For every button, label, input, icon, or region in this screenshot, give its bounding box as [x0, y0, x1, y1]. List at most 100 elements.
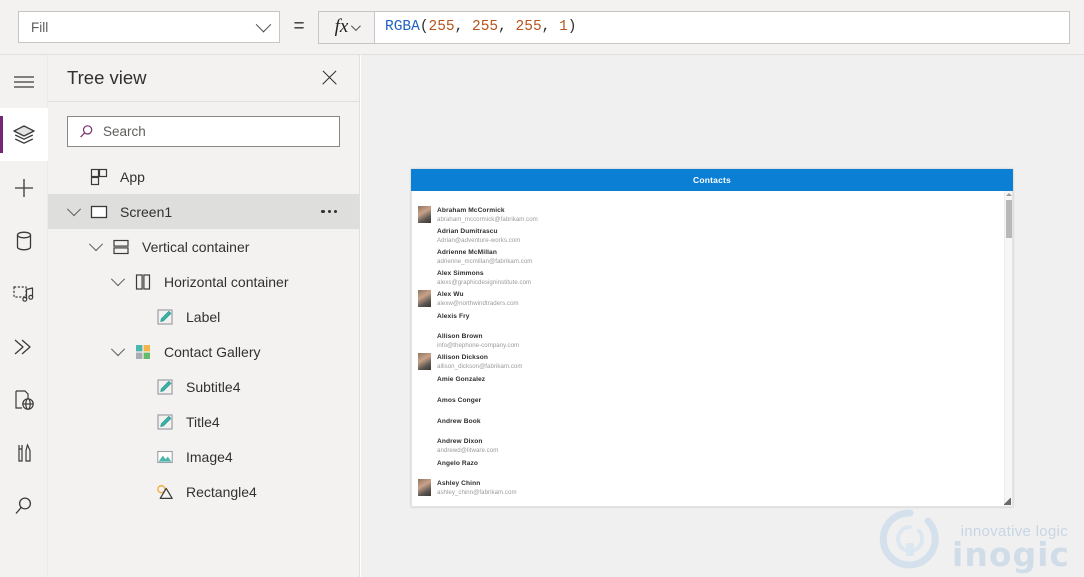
formula-token: 255 [429, 19, 455, 35]
tree-item-app[interactable]: App [48, 159, 359, 194]
tree-item-contact-gallery[interactable]: Contact Gallery [48, 334, 359, 369]
inogic-watermark: innovative logic inogic [862, 501, 1078, 575]
tree-item-label: Screen1 [120, 204, 172, 220]
app-preview-frame[interactable]: Contacts Abraham McCormickabraham_mccorm… [411, 169, 1013, 507]
chevron-down-icon[interactable] [106, 277, 130, 287]
search-icon[interactable] [0, 479, 48, 532]
tree-item-rectangle4[interactable]: Rectangle4 [48, 474, 359, 509]
screen-icon [90, 203, 108, 221]
tree-item-label: App [120, 169, 145, 185]
layers-icon[interactable] [0, 108, 48, 161]
inogic-logo-icon [864, 505, 956, 573]
contact-email: abraham_mccormick@fabrikam.com [437, 216, 1012, 224]
contact-list-item[interactable]: Angelo Razo [412, 457, 1012, 478]
tree-item-vertical-container[interactable]: Vertical container [48, 229, 359, 264]
plus-icon[interactable] [0, 161, 48, 214]
contact-email: alexw@northwindtraders.com [437, 300, 1012, 308]
contact-email: ashley_chinn@fabrikam.com [437, 489, 1012, 497]
contact-email: Adrian@adventure-works.com [437, 237, 1012, 245]
tree-item-label: Label [186, 309, 220, 325]
gallery-icon [130, 343, 156, 361]
chevron-down-icon [351, 21, 361, 31]
chevron-down-icon[interactable] [84, 242, 108, 252]
contact-list-item[interactable]: Amos Conger [412, 394, 1012, 415]
contact-name: Alexis Fry [437, 313, 1012, 322]
watermark-tagline: innovative logic [961, 523, 1068, 540]
tree-view-header: Tree view [48, 55, 359, 102]
tree-item-horizontal-container[interactable]: Horizontal container [48, 264, 359, 299]
tree-item-label: Subtitle4 [186, 379, 240, 395]
label-icon [156, 308, 174, 326]
contact-email: adrienne_mcmillan@fabrikam.com [437, 258, 1012, 266]
scroll-up-arrow-icon[interactable] [1005, 191, 1012, 198]
search-box[interactable] [67, 116, 340, 147]
contact-list-item[interactable]: Alex Simmonsalexs@graphicdesigninstitute… [412, 268, 1012, 289]
label-icon [156, 413, 174, 431]
contact-list-item[interactable]: Allison Browninfo@thephone-company.com [412, 331, 1012, 352]
hamburger-menu-icon[interactable] [0, 55, 48, 108]
contact-name: Adrienne McMillan [437, 249, 1012, 258]
contact-list-item[interactable]: Alexis Fry [412, 310, 1012, 331]
tree-item-label: Horizontal container [164, 274, 289, 290]
chevron-down-icon[interactable] [106, 347, 130, 357]
contact-list-item[interactable]: Alex Wualexw@northwindtraders.com [412, 289, 1012, 310]
app-header-title: Contacts [693, 175, 731, 185]
tools-icon[interactable] [0, 426, 48, 479]
app-header-bar[interactable]: Contacts [411, 169, 1013, 191]
avatar [418, 290, 431, 307]
tree-item-label: Vertical container [142, 239, 249, 255]
tree-item-subtitle4[interactable]: Subtitle4 [48, 369, 359, 404]
tree-item-image4[interactable]: Image4 [48, 439, 359, 474]
canvas-area[interactable]: Contacts Abraham McCormickabraham_mccorm… [361, 55, 1084, 577]
tree-item-title4[interactable]: Title4 [48, 404, 359, 439]
contact-email: info@thephone-company.com [437, 342, 1012, 350]
label-icon [152, 308, 178, 326]
close-icon[interactable] [317, 65, 343, 91]
gallery-scrollbar[interactable] [1004, 191, 1012, 506]
tree-item-screen1[interactable]: Screen1 [48, 194, 359, 229]
contact-list-item[interactable]: Ashley Chinnashley_chinn@fabrikam.com [412, 478, 1012, 499]
property-dropdown[interactable]: Fill [18, 11, 280, 43]
contact-list-item[interactable]: Adrian DumitrascuAdrian@adventure-works.… [412, 226, 1012, 247]
more-options-icon[interactable] [321, 194, 337, 229]
contact-list-item[interactable]: Adrienne McMillanadrienne_mcmillan@fabri… [412, 247, 1012, 268]
tree-item-label[interactable]: Label [48, 299, 359, 334]
power-automate-icon[interactable] [0, 320, 48, 373]
rectangle-shape-icon [156, 483, 174, 501]
formula-bar: Fill = fx RGBA(255, 255, 255, 1) [0, 0, 1084, 55]
page-globe-icon[interactable] [0, 373, 48, 426]
fx-dropdown-button[interactable]: fx [318, 11, 374, 44]
contact-name: Angelo Razo [437, 460, 1012, 469]
app-body: Abraham McCormickabraham_mccormick@fabri… [411, 191, 1013, 507]
formula-token: , [455, 19, 472, 35]
equals-sign: = [280, 16, 318, 38]
tree-view-panel: Tree view App Screen1 Vertical container Ho… [48, 55, 360, 577]
search-container [48, 102, 359, 147]
avatar [418, 206, 431, 223]
contact-name: Andrew Book [437, 418, 1012, 427]
fx-icon: fx [335, 16, 349, 38]
formula-input[interactable]: RGBA(255, 255, 255, 1) [374, 11, 1070, 44]
contact-name: Abraham McCormick [437, 207, 1012, 216]
contact-gallery[interactable]: Abraham McCormickabraham_mccormick@fabri… [412, 191, 1012, 499]
contact-list-item[interactable]: Amie Gonzalez [412, 373, 1012, 394]
resize-grip-icon[interactable] [1004, 498, 1011, 505]
contact-list-item[interactable]: Abraham McCormickabraham_mccormick@fabri… [412, 205, 1012, 226]
label-icon [152, 413, 178, 431]
rectangle-shape-icon [152, 483, 178, 501]
tree-item-label: Image4 [186, 449, 233, 465]
contact-list-item[interactable]: Andrew Dixonandrewd@litware.com [412, 436, 1012, 457]
chevron-down-icon[interactable] [62, 207, 86, 217]
contact-name: Alex Simmons [437, 270, 1012, 279]
horizontal-container-icon [130, 273, 156, 291]
left-icon-rail [0, 55, 48, 577]
chevron-down-icon [256, 16, 272, 32]
formula-token: 255 [516, 19, 542, 35]
scrollbar-thumb[interactable] [1006, 200, 1012, 238]
database-icon[interactable] [0, 214, 48, 267]
contact-list-item[interactable]: Andrew Book [412, 415, 1012, 436]
search-input[interactable] [103, 124, 339, 139]
contact-list-item[interactable]: Allison Dicksonallison_dickson@fabrikam.… [412, 352, 1012, 373]
media-icon[interactable] [0, 267, 48, 320]
label-icon [156, 378, 174, 396]
